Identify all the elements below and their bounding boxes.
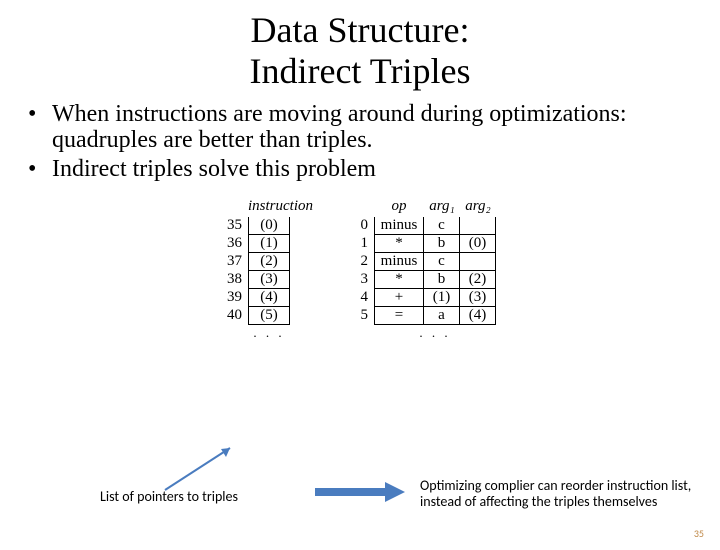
col-header-instruction: instruction	[248, 198, 290, 215]
row-cell: (1)	[248, 235, 290, 253]
bullet-list: When instructions are moving around duri…	[28, 101, 700, 182]
row-index: 40	[224, 307, 248, 325]
row-index: 35	[224, 217, 248, 235]
cell-arg1: b	[424, 235, 460, 253]
cell-arg1: (1)	[424, 289, 460, 307]
bullet-item: When instructions are moving around duri…	[28, 101, 700, 154]
row-index: 2	[350, 253, 374, 271]
caption-pointer-list: List of pointers to triples	[100, 488, 238, 505]
row-index: 37	[224, 253, 248, 271]
ellipsis: . . .	[374, 325, 496, 341]
row-index: 3	[350, 271, 374, 289]
cell-op: *	[374, 235, 424, 253]
cell-arg1: a	[424, 307, 460, 325]
cell-arg2: (4)	[460, 307, 496, 325]
row-cell: (2)	[248, 253, 290, 271]
cell-arg1: c	[424, 217, 460, 235]
cell-arg1: b	[424, 271, 460, 289]
cell-arg2	[460, 217, 496, 235]
row-index: 38	[224, 271, 248, 289]
col-header-arg2: arg₂	[460, 198, 496, 215]
cell-op: =	[374, 307, 424, 325]
bullet-item: Indirect triples solve this problem	[28, 156, 700, 182]
caption-optimizer: Optimizing complier can reorder instruct…	[420, 478, 720, 510]
instruction-table: instruction 35(0) 36(1) 37(2) 38(3) 39(4…	[224, 198, 290, 341]
row-index: 1	[350, 235, 374, 253]
cell-arg2: (2)	[460, 271, 496, 289]
col-header-arg1: arg₁	[424, 198, 460, 215]
row-cell: (0)	[248, 217, 290, 235]
row-index: 5	[350, 307, 374, 325]
row-index: 39	[224, 289, 248, 307]
tables-container: instruction 35(0) 36(1) 37(2) 38(3) 39(4…	[0, 198, 720, 341]
col-header-op: op	[374, 198, 424, 215]
title-line-1: Data Structure:	[251, 10, 470, 50]
triples-table: op arg₁ arg₂ 0minusc 1*b(0) 2minusc 3*b(…	[350, 198, 496, 341]
cell-op: *	[374, 271, 424, 289]
cell-op: minus	[374, 253, 424, 271]
cell-arg2: (0)	[460, 235, 496, 253]
row-cell: (3)	[248, 271, 290, 289]
cell-arg2: (3)	[460, 289, 496, 307]
row-cell: (5)	[248, 307, 290, 325]
row-index: 0	[350, 217, 374, 235]
row-index: 4	[350, 289, 374, 307]
row-cell: (4)	[248, 289, 290, 307]
page-number: 35	[694, 527, 704, 540]
cell-op: minus	[374, 217, 424, 235]
ellipsis: . . .	[248, 325, 290, 341]
cell-op: +	[374, 289, 424, 307]
cell-arg1: c	[424, 253, 460, 271]
arrow-right-icon	[310, 480, 410, 504]
cell-arg2	[460, 253, 496, 271]
title-line-2: Indirect Triples	[250, 51, 471, 91]
slide-title: Data Structure: Indirect Triples	[170, 10, 550, 93]
row-index: 36	[224, 235, 248, 253]
